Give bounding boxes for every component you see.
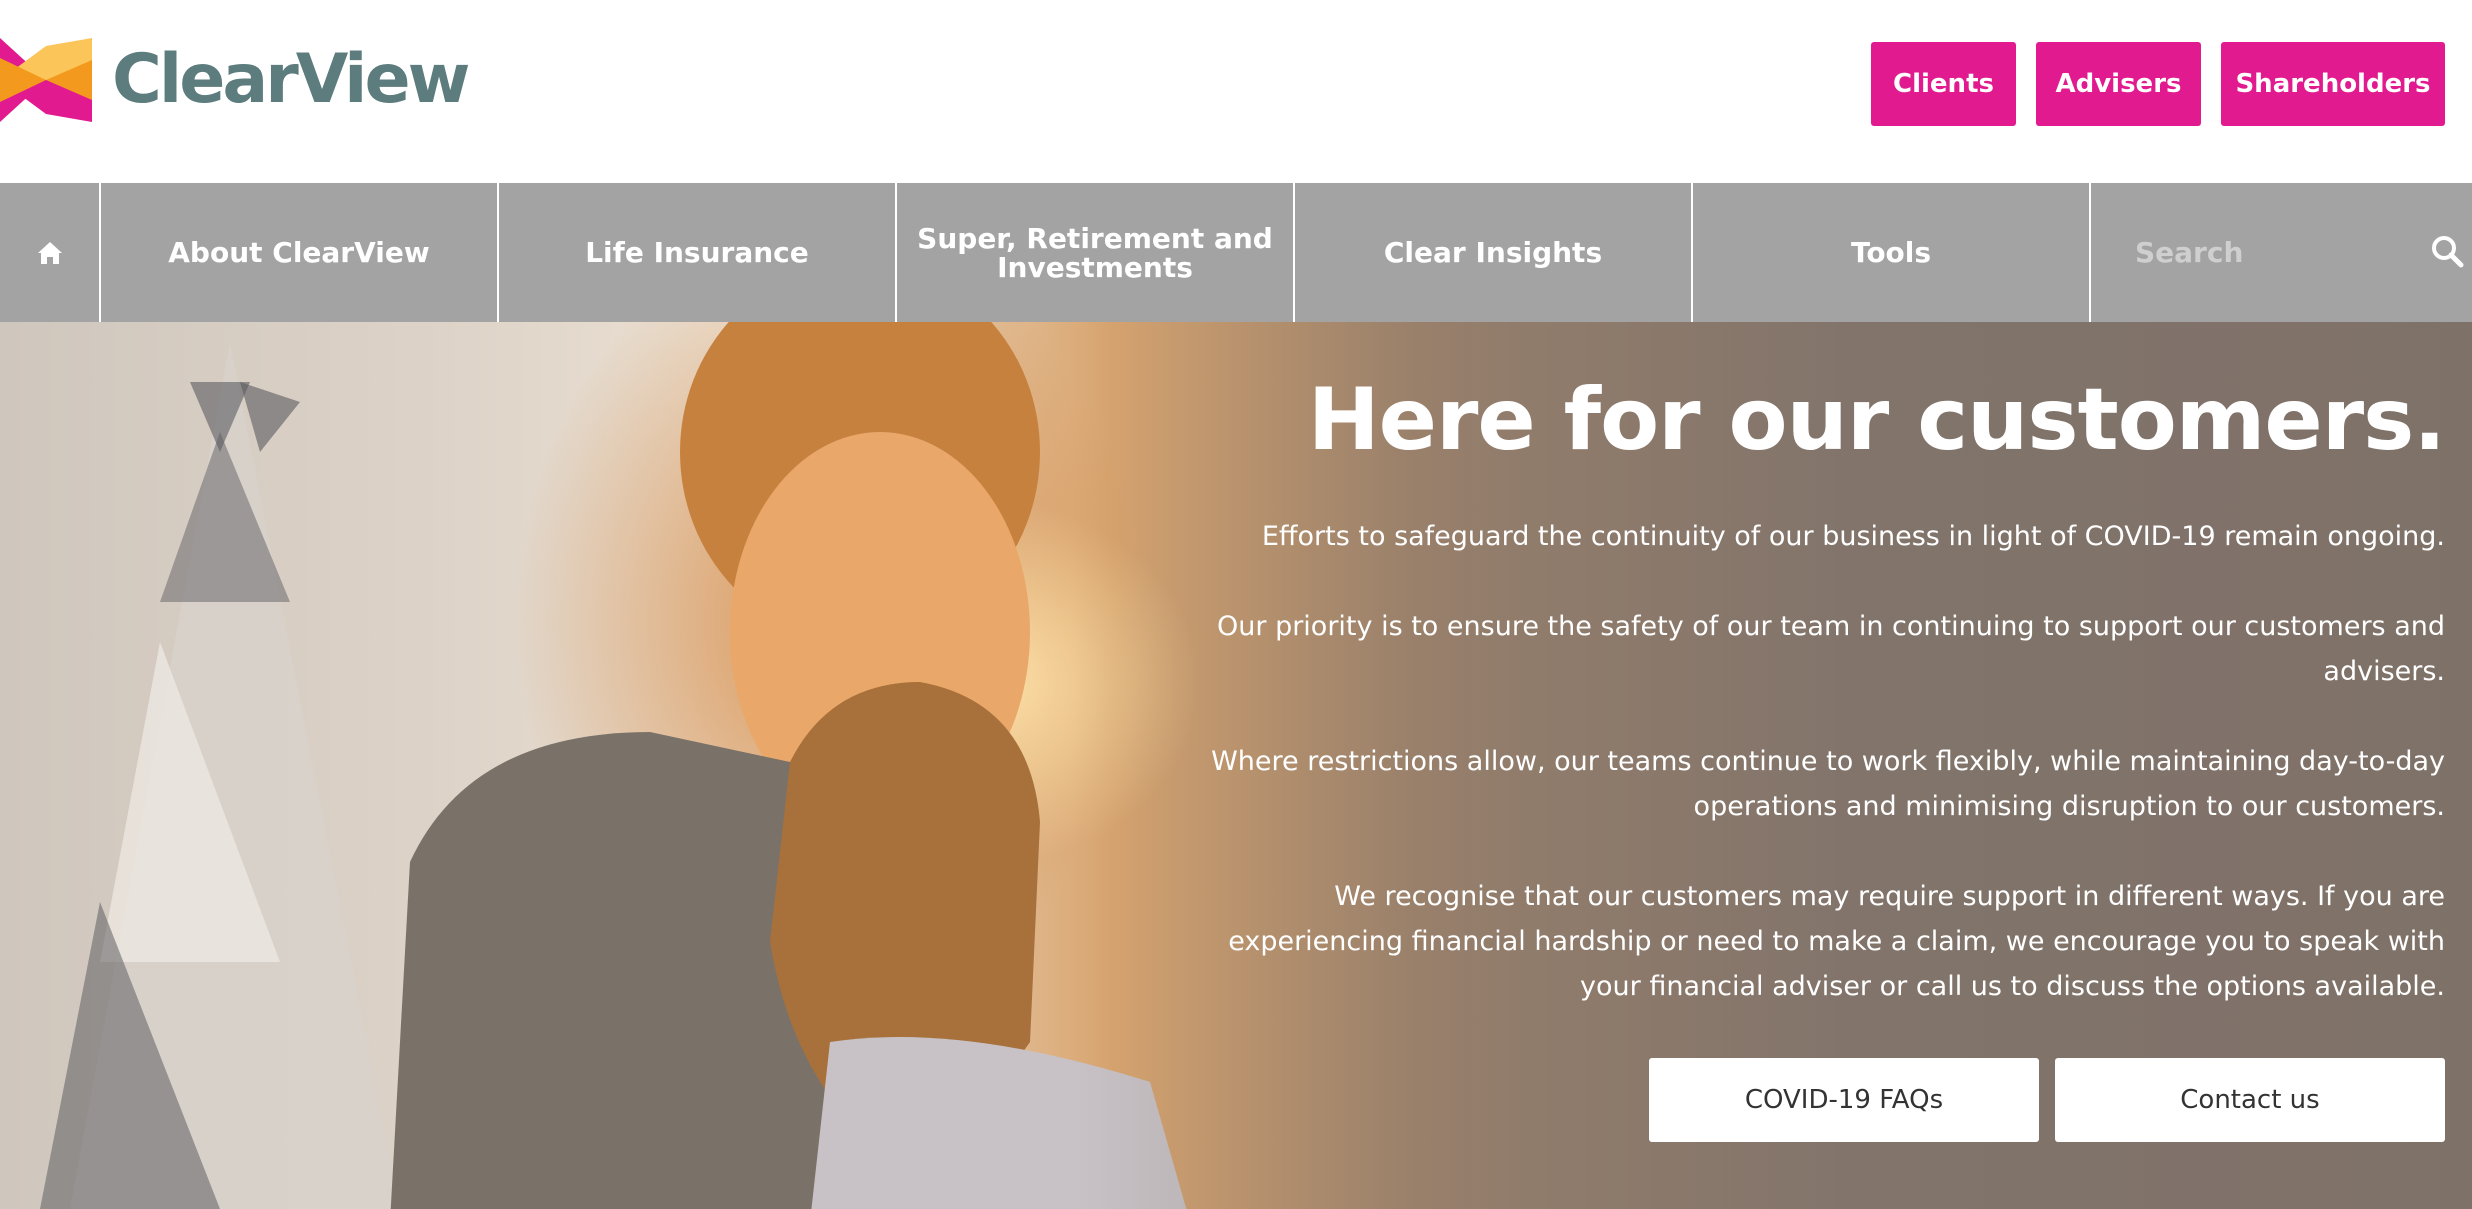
audience-buttons: Clients Advisers Shareholders	[1871, 42, 2445, 126]
nav-home[interactable]	[0, 183, 101, 322]
clients-button[interactable]: Clients	[1871, 42, 2016, 126]
search-input[interactable]	[2091, 235, 2411, 270]
hero-paragraph-3: Where restrictions allow, our teams cont…	[1211, 746, 2445, 822]
nav-clear-insights[interactable]: Clear Insights	[1295, 183, 1693, 322]
contact-us-button[interactable]: Contact us	[2055, 1058, 2445, 1142]
hero-paragraph-4: We recognise that our customers may requ…	[1228, 881, 2445, 1002]
search-icon[interactable]	[2430, 234, 2464, 268]
site-header: ClearView Clients Advisers Shareholders	[0, 0, 2472, 183]
hero-title: Here for our customers.	[1307, 370, 2446, 470]
nav-super-retirement-investments[interactable]: Super, Retirement and Investments	[897, 183, 1295, 322]
clearview-logo[interactable]: ClearView	[0, 38, 470, 122]
hero-content: Here for our customers. Efforts to safeg…	[1185, 370, 2446, 1054]
clearview-logo-mark-icon	[0, 38, 92, 122]
nav-tools[interactable]: Tools	[1693, 183, 2091, 322]
advisers-button[interactable]: Advisers	[2036, 42, 2201, 126]
covid-faqs-button[interactable]: COVID-19 FAQs	[1649, 1058, 2039, 1142]
hero-banner: Here for our customers. Efforts to safeg…	[0, 322, 2472, 1209]
clearview-logo-text: ClearView	[112, 40, 470, 119]
nav-search	[2091, 183, 2472, 322]
nav-life-insurance[interactable]: Life Insurance	[499, 183, 897, 322]
nav-about-clearview[interactable]: About ClearView	[101, 183, 499, 322]
hero-buttons: COVID-19 FAQs Contact us	[1649, 1058, 2445, 1142]
hero-paragraph-1: Efforts to safeguard the continuity of o…	[1261, 521, 2445, 552]
hero-paragraph-2: Our priority is to ensure the safety of …	[1217, 611, 2445, 687]
main-nav: About ClearView Life Insurance Super, Re…	[0, 183, 2472, 322]
home-icon	[37, 241, 62, 264]
shareholders-button[interactable]: Shareholders	[2221, 42, 2445, 126]
